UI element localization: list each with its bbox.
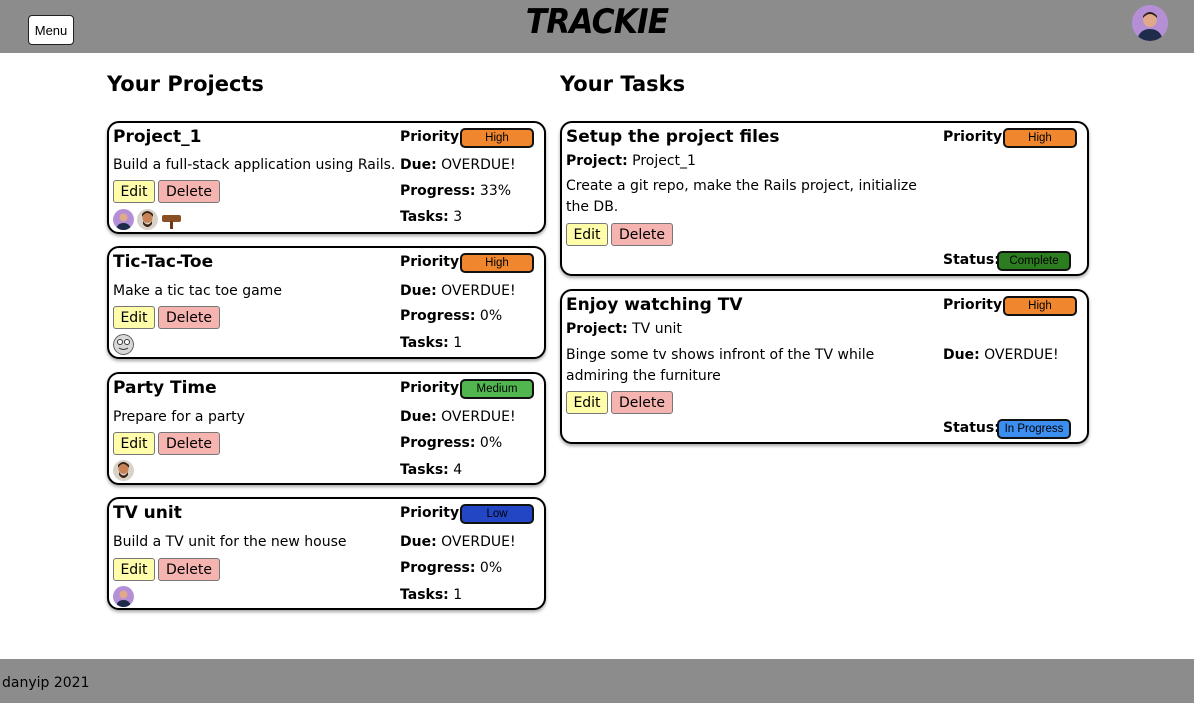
project-description: Build a TV unit for the new house [113, 534, 347, 550]
priority-badge: High [1003, 296, 1077, 316]
face-avatar-icon [113, 334, 134, 355]
progress-row: Progress: 33% [400, 183, 512, 199]
progress-row: Progress: 0% [400, 435, 503, 451]
due-row: Due: OVERDUE! [400, 157, 516, 173]
status-badge: In Progress [997, 419, 1071, 439]
task-card: Enjoy watching TV Project: TV unit Binge… [560, 289, 1089, 444]
status-label: Status: [943, 252, 1000, 268]
project-title[interactable]: Tic-Tac-Toe [113, 252, 213, 272]
priority-badge: High [460, 253, 534, 273]
due-row: Due: OVERDUE! [400, 283, 516, 299]
assignee-list [113, 460, 134, 481]
project-title[interactable]: Project_1 [113, 127, 201, 147]
wooden-sign-icon [161, 209, 182, 230]
task-project-row: Project: Project_1 [566, 153, 696, 169]
edit-button[interactable]: Edit [113, 180, 155, 203]
delete-button[interactable]: Delete [158, 558, 220, 581]
edit-button[interactable]: Edit [566, 223, 608, 246]
user-avatar-icon[interactable] [1132, 5, 1168, 41]
priority-label: Priority: [943, 129, 1008, 145]
project-card: Tic-Tac-Toe Make a tic tac toe game Edit… [107, 246, 546, 359]
delete-button[interactable]: Delete [158, 432, 220, 455]
user-avatar-icon [137, 209, 158, 230]
project-description: Prepare for a party [113, 409, 245, 425]
user-avatar-icon [113, 460, 134, 481]
assignee-list [113, 334, 134, 355]
project-title[interactable]: TV unit [113, 503, 182, 523]
priority-label: Priority: [400, 505, 465, 521]
tasks-heading: Your Tasks [560, 72, 686, 96]
task-project-row: Project: TV unit [566, 321, 682, 337]
footer: danyip 2021 [0, 659, 1194, 703]
tasks-count-row: Tasks: 1 [400, 335, 463, 351]
priority-label: Priority: [400, 129, 465, 145]
tasks-count-row: Tasks: 1 [400, 587, 463, 603]
due-row: Due: OVERDUE! [400, 409, 516, 425]
edit-button[interactable]: Edit [113, 432, 155, 455]
progress-row: Progress: 0% [400, 308, 503, 324]
task-description: Create a git repo, make the Rails projec… [566, 178, 917, 215]
project-card: TV unit Build a TV unit for the new hous… [107, 497, 546, 610]
priority-label: Priority: [400, 254, 465, 270]
project-description: Make a tic tac toe game [113, 283, 282, 299]
task-card: Setup the project files Project: Project… [560, 121, 1089, 276]
task-description: Binge some tv shows infront of the TV wh… [566, 347, 875, 384]
due-row: Due: OVERDUE! [400, 534, 516, 550]
delete-button[interactable]: Delete [158, 306, 220, 329]
tasks-count-row: Tasks: 3 [400, 209, 463, 225]
project-card: Party Time Prepare for a party Edit Dele… [107, 372, 546, 485]
footer-text: danyip 2021 [2, 675, 90, 691]
status-badge: Complete [997, 251, 1071, 271]
task-title[interactable]: Setup the project files [566, 127, 780, 147]
priority-label: Priority: [400, 380, 465, 396]
top-bar: Menu TRACKIE [0, 0, 1194, 53]
priority-badge: High [460, 128, 534, 148]
priority-badge: Low [460, 504, 534, 524]
edit-button[interactable]: Edit [113, 558, 155, 581]
assignee-list [113, 586, 134, 607]
project-description: Build a full-stack application using Rai… [113, 157, 396, 173]
delete-button[interactable]: Delete [611, 223, 673, 246]
priority-badge: High [1003, 128, 1077, 148]
user-avatar-icon [113, 586, 134, 607]
brand-logo[interactable]: TRACKIE [48, 2, 1146, 42]
priority-label: Priority: [943, 297, 1008, 313]
projects-heading: Your Projects [107, 72, 264, 96]
assignee-list [113, 209, 182, 230]
delete-button[interactable]: Delete [611, 391, 673, 414]
progress-row: Progress: 0% [400, 560, 503, 576]
project-title[interactable]: Party Time [113, 378, 217, 398]
priority-badge: Medium [460, 379, 534, 399]
delete-button[interactable]: Delete [158, 180, 220, 203]
due-row: Due: OVERDUE! [943, 347, 1059, 363]
task-title[interactable]: Enjoy watching TV [566, 295, 742, 315]
edit-button[interactable]: Edit [113, 306, 155, 329]
user-avatar-icon [113, 209, 134, 230]
status-label: Status: [943, 420, 1000, 436]
project-card: Project_1 Build a full-stack application… [107, 121, 546, 234]
tasks-count-row: Tasks: 4 [400, 462, 463, 478]
edit-button[interactable]: Edit [566, 391, 608, 414]
